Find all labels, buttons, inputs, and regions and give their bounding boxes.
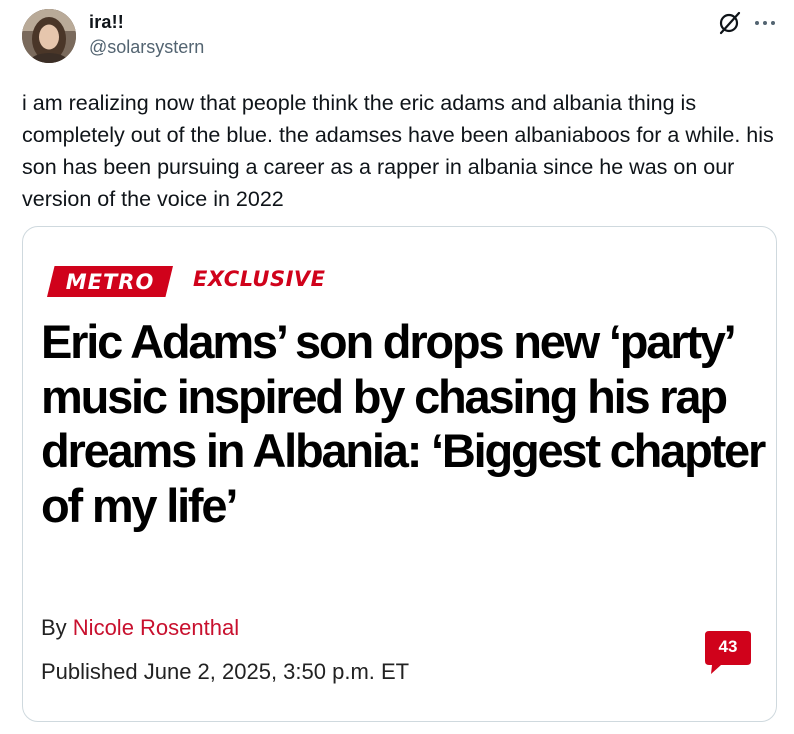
- user-handle[interactable]: @solarsystern: [89, 37, 204, 58]
- grok-icon[interactable]: [717, 10, 743, 36]
- byline-prefix: By: [41, 615, 73, 640]
- exclusive-label: EXCLUSIVE: [193, 267, 326, 291]
- byline: By Nicole Rosenthal: [41, 615, 239, 641]
- comment-count-badge[interactable]: 43: [705, 631, 751, 675]
- article-link-card[interactable]: METRO EXCLUSIVE Eric Adams’ son drops ne…: [22, 226, 777, 722]
- display-name[interactable]: ira!!: [89, 12, 124, 33]
- comment-count: 43: [718, 637, 738, 656]
- section-badge: METRO: [47, 266, 173, 297]
- tweet: ira!! @solarsystern i am realizing now t…: [0, 0, 794, 734]
- more-options-icon[interactable]: [752, 10, 778, 36]
- article-headline: Eric Adams’ son drops new ‘party’ music …: [41, 315, 766, 532]
- tweet-text: i am realizing now that people think the…: [22, 91, 774, 211]
- author-link[interactable]: Nicole Rosenthal: [73, 615, 239, 640]
- avatar[interactable]: [22, 9, 76, 63]
- published-date: Published June 2, 2025, 3:50 p.m. ET: [41, 659, 410, 684]
